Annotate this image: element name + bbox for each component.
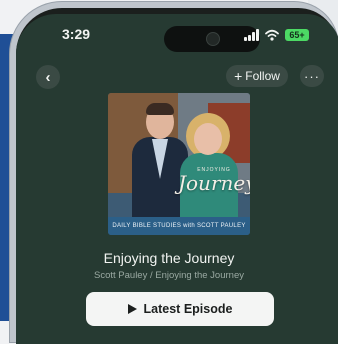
podcast-subtitle[interactable]: Scott Pauley / Enjoying the Journey bbox=[0, 270, 338, 281]
signal-icon bbox=[244, 29, 259, 41]
more-options-button[interactable]: ··· bbox=[300, 65, 324, 87]
follow-label: Follow bbox=[245, 69, 280, 83]
status-time: 3:29 bbox=[62, 26, 91, 42]
status-icons: 65+ bbox=[244, 27, 309, 43]
podcast-artwork[interactable]: ENJOYING Journey DAILY BIBLE STUDIES wit… bbox=[108, 93, 250, 235]
wifi-icon bbox=[265, 29, 279, 41]
podcast-title: Enjoying the Journey bbox=[103, 250, 235, 266]
play-icon bbox=[127, 304, 137, 314]
camera-icon bbox=[206, 32, 220, 46]
back-button[interactable]: ‹ bbox=[36, 65, 60, 89]
chevron-left-icon: ‹ bbox=[45, 68, 51, 86]
artwork-script-title: Journey bbox=[178, 171, 250, 195]
artwork-banner: DAILY BIBLE STUDIES with SCOTT PAULEY bbox=[108, 217, 250, 235]
follow-button[interactable]: + Follow bbox=[226, 65, 288, 87]
ellipsis-icon: ··· bbox=[304, 68, 320, 84]
plus-icon: + bbox=[234, 68, 243, 84]
battery-icon: 65+ bbox=[285, 29, 309, 41]
latest-episode-label: Latest Episode bbox=[143, 302, 233, 316]
